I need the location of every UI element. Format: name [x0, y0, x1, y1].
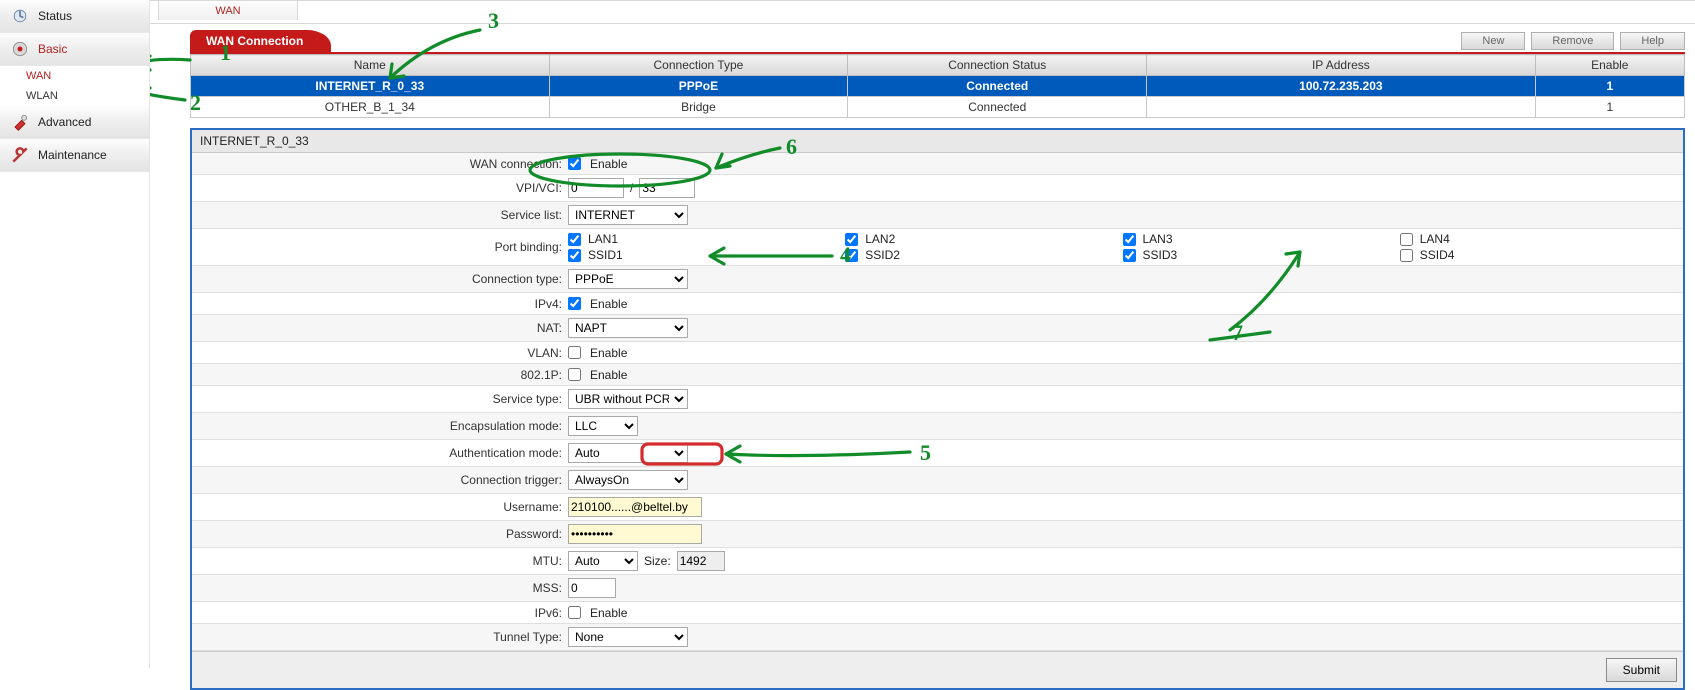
port-binding-ssid1: SSID1	[568, 248, 845, 262]
auth-select[interactable]: Auto	[568, 443, 688, 463]
encap-select[interactable]: LLC	[568, 416, 638, 436]
chk-lan3[interactable]	[1123, 233, 1136, 246]
panel-title: INTERNET_R_0_33	[192, 130, 1683, 153]
main: WAN Connection New Remove Help Name Conn…	[190, 30, 1685, 690]
lbl-auth: Authentication mode:	[198, 446, 568, 460]
nav-maintenance[interactable]: Maintenance	[0, 139, 149, 172]
lbl-vpi-vci: VPI/VCI:	[198, 181, 568, 195]
lbl-password: Password:	[198, 527, 568, 541]
trigger-select[interactable]: AlwaysOn	[568, 470, 688, 490]
header-buttons: New Remove Help	[1461, 32, 1685, 52]
table-row[interactable]: INTERNET_R_0_33 PPPoE Connected 100.72.2…	[191, 76, 1685, 97]
gear-icon	[10, 39, 30, 59]
chk-vlan[interactable]	[568, 346, 581, 359]
lbl-mss: MSS:	[198, 581, 568, 595]
lbl-ipv4: IPv4:	[198, 297, 568, 311]
port-binding-ssid2: SSID2	[845, 248, 1122, 262]
nav-advanced-label: Advanced	[38, 115, 91, 129]
lbl-encap: Encapsulation mode:	[198, 419, 568, 433]
port-binding-lan2: LAN2	[845, 232, 1122, 246]
wan-table: Name Connection Type Connection Status I…	[190, 54, 1685, 118]
nat-select[interactable]: NAPT	[568, 318, 688, 338]
top-strip-tab[interactable]: WAN	[158, 0, 298, 20]
chk-ssid4[interactable]	[1400, 249, 1413, 262]
vci-input[interactable]	[639, 178, 695, 198]
port-binding-grid: LAN1LAN2LAN3LAN4 SSID1SSID2SSID3SSID4	[568, 232, 1677, 262]
new-button[interactable]: New	[1461, 32, 1525, 50]
lbl-8021p: 802.1P:	[198, 368, 568, 382]
lbl-nat: NAT:	[198, 321, 568, 335]
port-binding-lan4: LAN4	[1400, 232, 1677, 246]
help-button[interactable]: Help	[1620, 32, 1685, 50]
nav-basic[interactable]: Basic	[0, 33, 149, 66]
chk-wan-enable[interactable]	[568, 157, 581, 170]
chk-lan1[interactable]	[568, 233, 581, 246]
wrench-icon	[10, 145, 30, 165]
chk-ipv4[interactable]	[568, 297, 581, 310]
section-title: WAN Connection	[190, 30, 331, 52]
status-icon	[10, 6, 30, 26]
mss-input[interactable]	[568, 578, 616, 598]
lbl-service-list: Service list:	[198, 208, 568, 222]
chk-lan2[interactable]	[845, 233, 858, 246]
submit-button[interactable]: Submit	[1606, 658, 1677, 682]
vpi-input[interactable]	[568, 178, 624, 198]
username-input[interactable]	[568, 497, 702, 517]
lbl-trigger: Connection trigger:	[198, 473, 568, 487]
port-binding-lan3: LAN3	[1123, 232, 1400, 246]
remove-button[interactable]: Remove	[1531, 32, 1614, 50]
th-ctype[interactable]: Connection Type	[549, 55, 848, 76]
nav-wlan[interactable]: WLAN	[0, 86, 149, 106]
tools-icon	[10, 112, 30, 132]
lbl-ipv6: IPv6:	[198, 606, 568, 620]
lbl-port-binding: Port binding:	[198, 240, 568, 254]
nav-status-label: Status	[38, 9, 72, 23]
mtu-size-input	[677, 551, 725, 571]
nav-basic-label: Basic	[38, 42, 67, 56]
lbl-mtu: MTU:	[198, 554, 568, 568]
table-row[interactable]: OTHER_B_1_34 Bridge Connected 1	[191, 97, 1685, 118]
service-type-select[interactable]: UBR without PCR	[568, 389, 688, 409]
tunnel-select[interactable]: None	[568, 627, 688, 647]
sidebar: Status Basic WAN WLAN Advanced Maintenan…	[0, 0, 150, 668]
port-binding-ssid4: SSID4	[1400, 248, 1677, 262]
connection-type-select[interactable]: PPPoE	[568, 269, 688, 289]
th-name[interactable]: Name	[191, 55, 550, 76]
chk-8021p[interactable]	[568, 368, 581, 381]
lbl-service-type: Service type:	[198, 392, 568, 406]
nav-status[interactable]: Status	[0, 0, 149, 33]
th-enable[interactable]: Enable	[1535, 55, 1684, 76]
top-strip: WAN	[150, 0, 1695, 24]
nav-maintenance-label: Maintenance	[38, 148, 107, 162]
chk-ssid3[interactable]	[1123, 249, 1136, 262]
chk-ipv6[interactable]	[568, 606, 581, 619]
nav-advanced[interactable]: Advanced	[0, 106, 149, 139]
th-ip[interactable]: IP Address	[1147, 55, 1535, 76]
nav-wan[interactable]: WAN	[0, 66, 149, 86]
port-binding-ssid3: SSID3	[1123, 248, 1400, 262]
lbl-conn-type: Connection type:	[198, 272, 568, 286]
lbl-username: Username:	[198, 500, 568, 514]
password-input[interactable]	[568, 524, 702, 544]
lbl-tunnel: Tunnel Type:	[198, 630, 568, 644]
mtu-mode-select[interactable]: Auto	[568, 551, 638, 571]
chk-ssid1[interactable]	[568, 249, 581, 262]
service-list-select[interactable]: INTERNET	[568, 205, 688, 225]
chk-lan4[interactable]	[1400, 233, 1413, 246]
lbl-vlan: VLAN:	[198, 346, 568, 360]
th-cstatus[interactable]: Connection Status	[848, 55, 1147, 76]
chk-ssid2[interactable]	[845, 249, 858, 262]
lbl-wan-connection: WAN connection:	[198, 157, 568, 171]
config-panel: INTERNET_R_0_33 WAN connection: Enable V…	[190, 128, 1685, 690]
port-binding-lan1: LAN1	[568, 232, 845, 246]
